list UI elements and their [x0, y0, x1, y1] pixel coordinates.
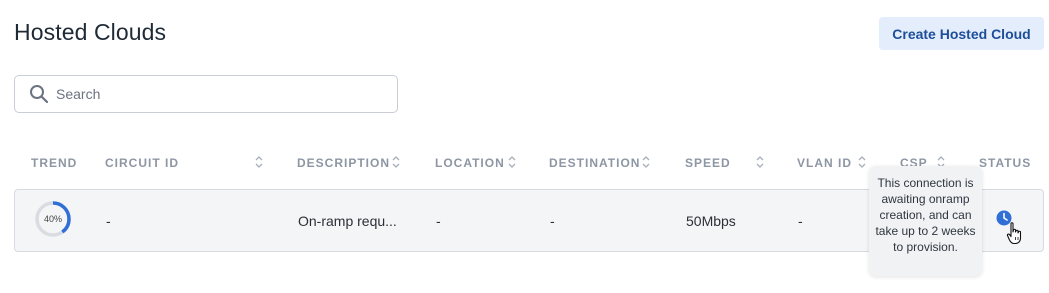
- cell-circuit-id: -: [106, 212, 111, 229]
- cell-speed: 50Mbps: [686, 212, 736, 229]
- create-hosted-cloud-button[interactable]: Create Hosted Cloud: [879, 17, 1044, 50]
- cell-description: On-ramp requ...: [298, 212, 397, 229]
- sort-icon[interactable]: [642, 155, 650, 169]
- column-header-circuit-id[interactable]: CIRCUIT ID: [105, 152, 179, 174]
- sort-icon[interactable]: [255, 155, 263, 169]
- search-icon: [28, 83, 50, 105]
- column-header-location[interactable]: LOCATION: [435, 152, 505, 174]
- tooltip-text: This connection is awaiting onramp creat…: [875, 176, 976, 254]
- cell-destination: -: [550, 212, 555, 229]
- column-header-speed[interactable]: SPEED: [685, 152, 731, 174]
- cell-vlan-id: -: [798, 212, 803, 229]
- sort-icon[interactable]: [858, 155, 866, 169]
- column-header-status: STATUS: [979, 156, 1032, 170]
- column-header-trend: TREND: [31, 156, 78, 170]
- trend-percent-label: 40%: [43, 214, 62, 224]
- column-header-vlan-id[interactable]: VLAN ID: [797, 152, 852, 174]
- cell-location: -: [436, 212, 441, 229]
- hand-pointer-icon: [1006, 222, 1022, 245]
- column-header-description[interactable]: DESCRIPTION: [297, 152, 390, 174]
- search-box[interactable]: [14, 75, 398, 113]
- page-title: Hosted Clouds: [14, 19, 167, 45]
- search-input[interactable]: [56, 86, 376, 102]
- sort-icon[interactable]: [392, 155, 400, 169]
- status-tooltip: This connection is awaiting onramp creat…: [869, 166, 982, 276]
- column-header-destination[interactable]: DESTINATION: [549, 152, 640, 174]
- sort-icon[interactable]: [756, 155, 764, 169]
- sort-icon[interactable]: [508, 155, 516, 169]
